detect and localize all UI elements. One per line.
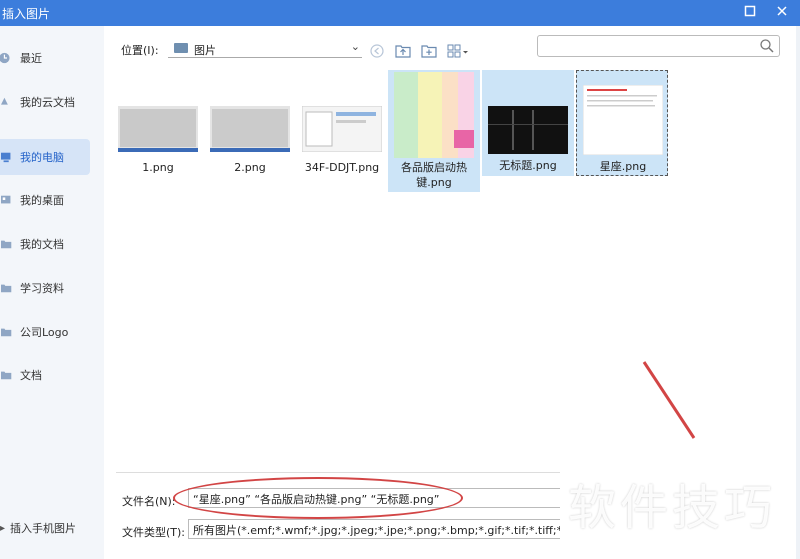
folder-icon bbox=[1, 240, 12, 249]
watermark: 软件技巧 bbox=[568, 480, 777, 536]
file-name: 34F-DDJT.png bbox=[304, 161, 380, 174]
window-title: 插入图片 bbox=[2, 7, 51, 21]
file-name: 星座.png bbox=[599, 160, 647, 173]
search-box bbox=[537, 35, 780, 57]
title-bar: 插入图片 bbox=[0, 0, 800, 26]
chevron-down-icon: ⌄ bbox=[350, 40, 360, 53]
cloud-icon bbox=[1, 97, 8, 105]
sidebar-item-label: 我的云文档 bbox=[20, 96, 75, 109]
location-label: 位置(I): bbox=[121, 44, 159, 57]
file-name: 无标题.png bbox=[499, 159, 557, 172]
sidebar-item-label: 文档 bbox=[20, 369, 42, 382]
sidebar-item-cloud-docs[interactable]: 我的云文档 bbox=[0, 84, 90, 120]
image-thumbnail bbox=[488, 106, 568, 154]
new-folder-icon[interactable] bbox=[420, 44, 438, 60]
computer-icon bbox=[1, 152, 11, 163]
folder-icon bbox=[1, 328, 12, 337]
folder-icon bbox=[1, 284, 12, 293]
folder-icon bbox=[174, 43, 188, 53]
sidebar-item-label: 学习资料 bbox=[20, 282, 64, 295]
file-item-34f-ddjt-png[interactable]: 34F-DDJT.png bbox=[296, 72, 388, 192]
image-thumbnail bbox=[583, 85, 663, 155]
sidebar-item-documents[interactable]: 文档 bbox=[0, 357, 90, 393]
file-name: 各品版启动热键.png bbox=[401, 161, 467, 189]
desktop-icon bbox=[1, 195, 11, 204]
maximize-icon[interactable] bbox=[740, 3, 760, 23]
filename-label: 文件名(N): bbox=[122, 495, 176, 508]
arrow-right-icon: ▸ bbox=[0, 522, 6, 534]
file-item-untitled-png[interactable]: 无标题.png bbox=[482, 70, 574, 176]
annotation-arrow bbox=[642, 361, 696, 439]
image-thumbnail bbox=[118, 106, 198, 152]
image-thumbnail bbox=[302, 106, 382, 152]
file-name: 1.png bbox=[142, 161, 174, 174]
folder-icon bbox=[1, 371, 12, 380]
filetype-select[interactable]: 所有图片(*.emf;*.wmf;*.jpg;*.jpeg;*.jpe;*.pn… bbox=[188, 519, 560, 539]
sidebar-item-recent[interactable]: 最近 bbox=[0, 40, 90, 76]
filetype-label: 文件类型(T): bbox=[122, 526, 186, 539]
back-icon[interactable] bbox=[368, 44, 386, 60]
file-item-2-png[interactable]: 2.png bbox=[204, 72, 296, 192]
image-thumbnail bbox=[394, 72, 474, 158]
search-icon[interactable] bbox=[759, 38, 775, 54]
search-input[interactable] bbox=[542, 38, 752, 54]
up-folder-icon[interactable] bbox=[394, 44, 412, 60]
file-item-1-png[interactable]: 1.png bbox=[112, 72, 204, 192]
sidebar-item-label: 我的文档 bbox=[20, 238, 64, 251]
phone-link-label: 插入手机图片 bbox=[10, 522, 76, 535]
file-item-hotkeys-png[interactable]: 各品版启动热键.png bbox=[388, 70, 480, 192]
image-thumbnail bbox=[210, 106, 290, 152]
sidebar-item-label: 最近 bbox=[20, 52, 42, 65]
sidebar-item-company-logo[interactable]: 公司Logo bbox=[0, 314, 90, 350]
sidebar: 最近 我的云文档 我的电脑 我的桌面 我的文档 学习资料 公司Logo 文档 ▸… bbox=[0, 26, 104, 559]
sidebar-item-desktop[interactable]: 我的桌面 bbox=[0, 182, 90, 218]
sidebar-item-label: 我的桌面 bbox=[20, 194, 64, 207]
sidebar-item-my-documents[interactable]: 我的文档 bbox=[0, 226, 90, 262]
file-item-constellation-png[interactable]: 星座.png bbox=[576, 70, 668, 176]
view-mode-icon[interactable] bbox=[446, 44, 470, 60]
clock-icon bbox=[0, 52, 10, 64]
sidebar-item-label: 公司Logo bbox=[20, 326, 69, 339]
sidebar-item-my-computer[interactable]: 我的电脑 bbox=[0, 139, 90, 175]
divider bbox=[116, 472, 560, 473]
file-name: 2.png bbox=[234, 161, 266, 174]
location-value: 图片 bbox=[194, 44, 216, 57]
insert-phone-image-link[interactable]: ▸ 插入手机图片 bbox=[0, 518, 100, 538]
annotation-ellipse bbox=[173, 477, 463, 519]
sidebar-item-label: 我的电脑 bbox=[20, 151, 64, 164]
sidebar-item-study-materials[interactable]: 学习资料 bbox=[0, 270, 90, 306]
window-edge bbox=[796, 26, 800, 559]
close-icon[interactable] bbox=[772, 3, 792, 23]
location-select[interactable]: 图片 ⌄ bbox=[168, 40, 362, 58]
